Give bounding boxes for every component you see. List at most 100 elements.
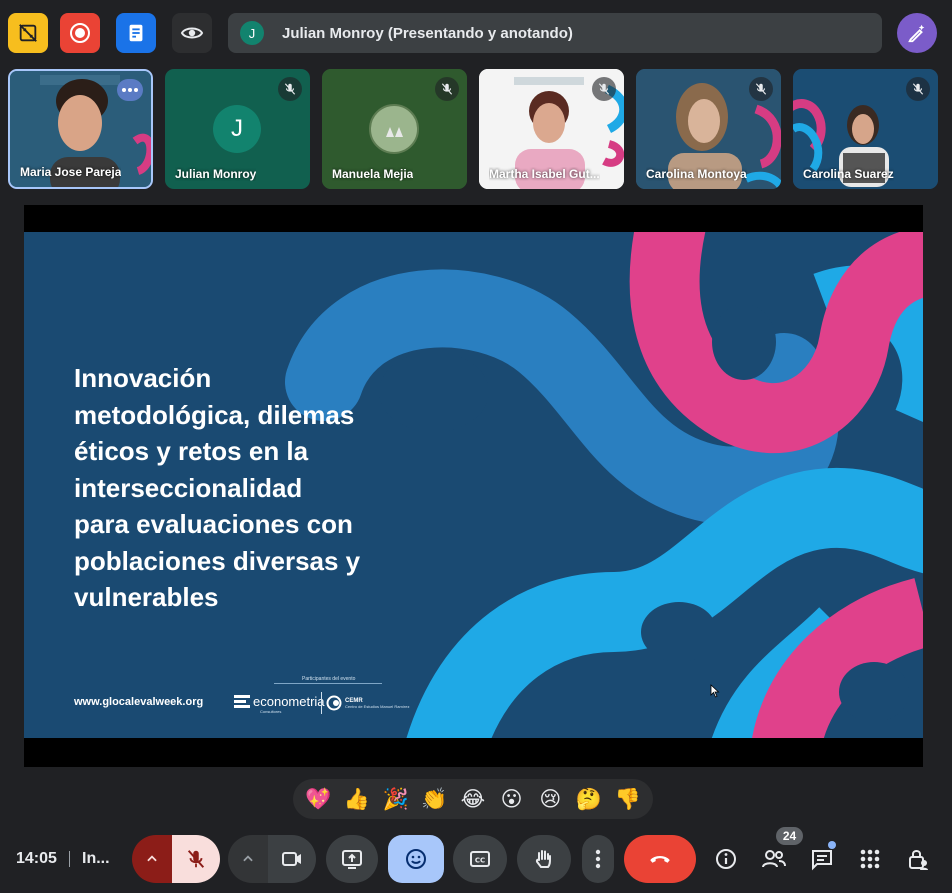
muted-indicator — [906, 77, 930, 101]
cemr-logo: CEMR Centro de Estudios Manuel Ramírez — [326, 695, 409, 711]
leave-call-button[interactable] — [624, 835, 696, 883]
mic-toggle-button[interactable] — [172, 835, 220, 883]
audio-options-button[interactable] — [132, 835, 172, 883]
participant-count-badge: 24 — [776, 827, 803, 845]
econometria-logo-text: econometria — [253, 694, 325, 709]
participant-name: Martha Isabel Gut... — [489, 167, 600, 181]
econometria-logo-subtext: Consultores — [260, 709, 282, 714]
mic-control-group — [132, 835, 220, 883]
svg-text:CC: CC — [475, 857, 485, 865]
hand-icon — [535, 850, 551, 868]
more-vert-icon — [595, 849, 601, 869]
reaction-thumbs-up[interactable]: 👍 — [340, 779, 374, 819]
recording-button[interactable] — [60, 13, 100, 53]
reaction-laugh[interactable]: 😂 — [456, 779, 490, 819]
call-end-icon — [650, 856, 670, 863]
more-options-button[interactable] — [582, 835, 614, 883]
meeting-name[interactable]: In... — [82, 850, 110, 868]
cemr-logo-mark — [326, 695, 342, 711]
activities-button[interactable] — [857, 846, 883, 872]
slide-title: Innovación metodológica, dilemas éticos … — [74, 360, 434, 616]
video-options-button[interactable] — [228, 835, 268, 883]
chevron-up-icon — [147, 855, 157, 862]
present-to-all-icon — [342, 850, 362, 869]
present-screen-button[interactable] — [326, 835, 378, 883]
captions-button[interactable]: CC — [453, 835, 507, 883]
no-video-indicator-button[interactable] — [8, 13, 48, 53]
reaction-party[interactable]: 🎉 — [379, 779, 413, 819]
reaction-heart[interactable]: 💖 — [301, 779, 335, 819]
reaction-thumbs-down[interactable]: 👎 — [611, 779, 645, 819]
dot-icon — [122, 88, 126, 92]
notes-button[interactable] — [116, 13, 156, 53]
apps-grid-icon — [860, 849, 880, 869]
smile-icon — [406, 849, 426, 869]
econometria-logo: econometria Consultores — [234, 694, 325, 714]
reactions-bar: 💖 👍 🎉 👏 😂 😮 😢 🤔 👎 — [293, 779, 653, 819]
dot-icon — [134, 88, 138, 92]
muted-indicator — [435, 77, 459, 101]
participant-name: Maria Jose Pareja — [20, 165, 122, 179]
participant-name: Manuela Mejia — [332, 167, 414, 181]
participant-tile[interactable]: Martha Isabel Gut... — [479, 69, 624, 189]
eye-icon — [180, 27, 204, 39]
participant-name: Carolina Montoya — [646, 167, 747, 181]
film-off-icon — [19, 24, 37, 42]
people-button[interactable] — [761, 846, 787, 872]
mic-off-icon — [284, 83, 296, 95]
people-icon — [762, 850, 786, 868]
mic-off-icon — [912, 83, 924, 95]
slide-title-line: Innovación — [74, 363, 212, 393]
reaction-clap[interactable]: 👏 — [417, 779, 451, 819]
chat-button[interactable] — [809, 846, 835, 872]
clock-separator — [69, 851, 70, 867]
participant-tile[interactable]: J Julian Monroy — [165, 69, 310, 189]
partners-label: Participantes del evento — [302, 676, 356, 682]
presenter-chip[interactable]: J Julian Monroy (Presentando y anotando) — [228, 13, 882, 53]
meeting-details-button[interactable] — [713, 846, 739, 872]
participant-tile[interactable]: Manuela Mejia — [322, 69, 467, 189]
participant-tile[interactable]: Carolina Montoya — [636, 69, 781, 189]
top-bar: J Julian Monroy (Presentando y anotando) — [0, 0, 952, 66]
muted-indicator — [278, 77, 302, 101]
lock-person-icon — [909, 850, 928, 870]
presentation-slide[interactable]: Innovación metodológica, dilemas éticos … — [24, 232, 923, 738]
camera-toggle-button[interactable] — [268, 835, 316, 883]
slide-url: www.glocalevalweek.org — [74, 696, 204, 708]
logo-separator — [321, 692, 322, 714]
chat-icon — [812, 850, 832, 871]
raise-hand-button[interactable] — [517, 835, 571, 883]
reactions-button[interactable] — [388, 835, 444, 883]
participant-name: Julian Monroy — [175, 167, 257, 181]
viewers-button[interactable] — [172, 13, 212, 53]
mic-off-icon — [187, 850, 205, 868]
dot-icon — [128, 88, 132, 92]
muted-indicator — [592, 77, 616, 101]
pen-sparkle-icon — [908, 24, 925, 43]
presenter-label: Julian Monroy (Presentando y anotando) — [282, 24, 573, 42]
slide-title-line: interseccionalidad — [74, 472, 303, 503]
slide-title-line: éticos y retos en la — [74, 436, 309, 466]
camera-control-group — [228, 835, 316, 883]
participant-tile[interactable]: Maria Jose Pareja — [8, 69, 153, 189]
mic-off-icon — [441, 83, 453, 95]
econometria-logo-mark — [234, 694, 250, 708]
slide-title-line: para evaluaciones con — [74, 509, 353, 539]
mic-off-icon — [598, 83, 610, 95]
more-options-button[interactable] — [117, 79, 143, 101]
muted-indicator — [749, 77, 773, 101]
participant-avatar: J — [213, 105, 261, 153]
videocam-icon — [282, 852, 301, 866]
reaction-surprised[interactable]: 😮 — [495, 779, 529, 819]
record-icon — [70, 23, 90, 43]
clock: 14:05 — [16, 850, 57, 867]
host-controls-button[interactable] — [905, 846, 931, 872]
reaction-thinking[interactable]: 🤔 — [572, 779, 606, 819]
participant-tile[interactable]: Carolina Suarez — [793, 69, 938, 189]
mic-off-icon — [755, 83, 767, 95]
annotate-button[interactable] — [897, 13, 937, 53]
info-icon — [716, 849, 736, 869]
slide-title-line: poblaciones diversas y — [74, 545, 361, 576]
reaction-sad[interactable]: 😢 — [533, 779, 567, 819]
bottom-bar: 14:05 In... CC 24 — [0, 822, 952, 893]
